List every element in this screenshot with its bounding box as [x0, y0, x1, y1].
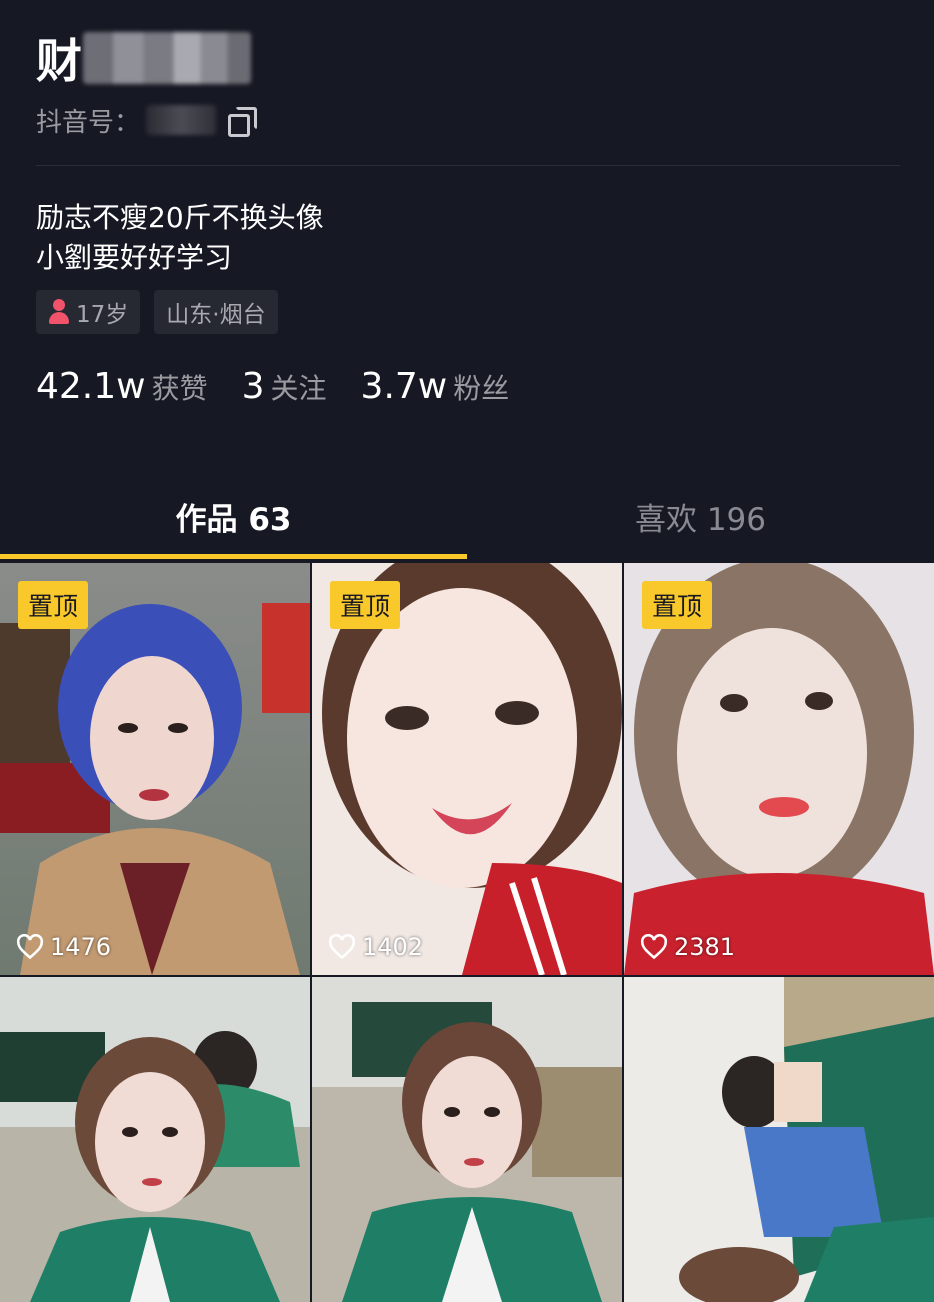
profile-name: 财	[36, 34, 83, 88]
divider	[36, 165, 900, 166]
douyin-id-row: 抖音号：	[36, 100, 258, 140]
age-text: 17岁	[76, 302, 129, 328]
likes-count: 1476	[50, 933, 112, 961]
pinned-badge: 置顶	[330, 581, 401, 629]
location-text: 山东·烟台	[166, 302, 266, 328]
bio: 励志不瘦20斤不换头像 小劉要好好学习	[36, 198, 324, 278]
profile-stats: 42.1w 获赞 3 关注 3.7w 粉丝	[36, 366, 543, 407]
video-grid: 置顶 1476 置顶 1402 置顶 2381	[0, 563, 934, 1302]
video-likes: 1476	[16, 933, 111, 961]
video-thumbnail[interactable]: 置顶 1476	[0, 563, 310, 975]
bio-line: 小劉要好好学习	[36, 241, 233, 274]
douyin-id-redaction	[146, 105, 217, 135]
stat-likes[interactable]: 42.1w 获赞	[36, 366, 208, 407]
pinned-badge: 置顶	[642, 581, 713, 629]
profile-tabs: 作品 63 喜欢 196	[0, 478, 934, 560]
name-row: 财	[36, 28, 251, 88]
thumbnail-image	[624, 977, 934, 1302]
stat-label: 获赞	[151, 372, 208, 405]
female-icon	[48, 299, 70, 325]
video-thumbnail[interactable]	[624, 977, 934, 1302]
heart-icon	[16, 934, 44, 960]
thumbnail-image	[312, 977, 622, 1302]
heart-icon	[328, 934, 356, 960]
video-likes: 2381	[640, 933, 735, 961]
profile-tags: 17岁 山东·烟台	[36, 290, 278, 334]
stat-following[interactable]: 3 关注	[242, 366, 327, 407]
video-thumbnail[interactable]: 置顶 2381	[624, 563, 934, 975]
stat-number: 42.1w	[36, 366, 146, 407]
pinned-badge: 置顶	[18, 581, 89, 629]
likes-count: 2381	[674, 933, 736, 961]
tab-works[interactable]: 作品 63	[0, 478, 467, 554]
video-thumbnail[interactable]	[0, 977, 310, 1302]
stat-number: 3	[241, 366, 265, 407]
stat-label: 粉丝	[453, 372, 510, 405]
video-thumbnail[interactable]	[312, 977, 622, 1302]
bio-line: 励志不瘦20斤不换头像	[36, 201, 324, 234]
stat-label: 关注	[270, 372, 327, 405]
thumbnail-image	[0, 977, 310, 1302]
location-tag: 山东·烟台	[154, 290, 278, 334]
copy-icon[interactable]	[228, 107, 258, 137]
heart-icon	[640, 934, 668, 960]
tab-likes[interactable]: 喜欢 196	[467, 478, 934, 554]
profile-header: 财 抖音号： 励志不瘦20斤不换头像 小劉要好好学习 17岁 山东·烟台 42.…	[0, 0, 934, 560]
stat-followers[interactable]: 3.7w 粉丝	[361, 366, 510, 407]
name-redaction	[83, 32, 251, 84]
age-tag: 17岁	[36, 290, 141, 334]
stat-number: 3.7w	[360, 366, 448, 407]
active-tab-indicator	[0, 554, 467, 559]
douyin-id-label: 抖音号：	[36, 107, 141, 138]
video-likes: 1402	[328, 933, 423, 961]
video-thumbnail[interactable]: 置顶 1402	[312, 563, 622, 975]
likes-count: 1402	[362, 933, 424, 961]
